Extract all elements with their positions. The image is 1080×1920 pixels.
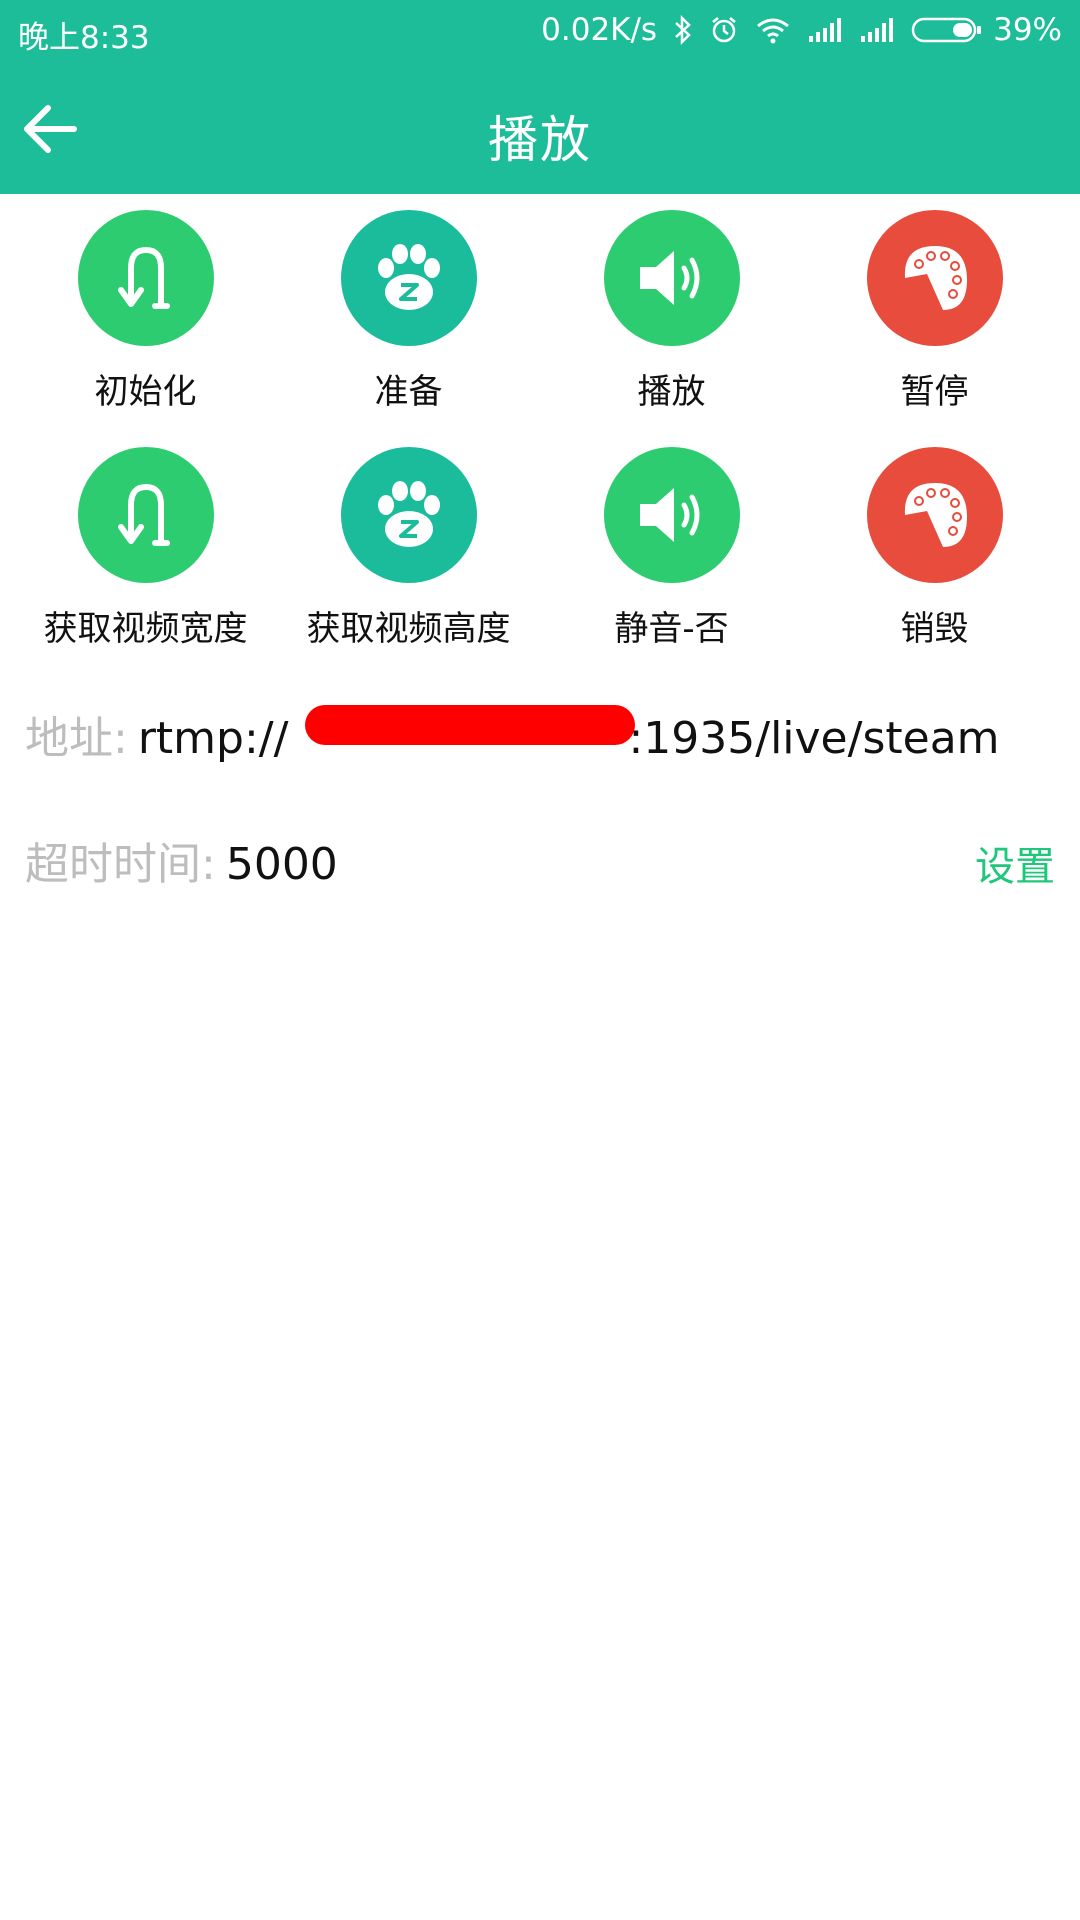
action-label: 暂停 <box>900 372 969 412</box>
address-prefix: rtmp:// <box>137 713 289 764</box>
address-label: 地址: <box>25 713 128 764</box>
status-right: 0.02K/s 39% <box>541 12 1062 48</box>
get-video-width-button[interactable]: 获取视频宽度 <box>14 447 277 650</box>
status-time: 晚上8:33 <box>18 20 150 56</box>
action-label: 获取视频高度 <box>306 609 511 649</box>
app-bar: 播放 <box>0 62 1080 194</box>
battery-indicator: 39% <box>911 12 1062 48</box>
action-grid: 初始化 准备 播放 暂停 获取视频宽度 获取视频高度 静音-否 销毁 <box>0 210 1080 684</box>
timeout-label: 超时时间: <box>25 839 216 890</box>
action-row: 初始化 准备 播放 暂停 <box>0 210 1080 447</box>
wifi-icon <box>755 16 791 44</box>
action-label: 静音-否 <box>614 609 729 649</box>
paw-icon <box>340 447 477 583</box>
battery-percent: 39% <box>993 12 1062 48</box>
palette-icon <box>866 210 1003 346</box>
action-label: 获取视频宽度 <box>43 609 248 649</box>
paw-icon <box>340 210 477 346</box>
init-button[interactable]: 初始化 <box>14 210 277 413</box>
alarm-icon <box>709 15 739 45</box>
u-turn-arrow-icon <box>77 210 214 346</box>
timeout-value: 5000 <box>225 839 338 890</box>
action-label: 销毁 <box>900 609 969 649</box>
battery-icon <box>911 17 982 43</box>
redaction-mark <box>305 705 635 745</box>
action-row: 获取视频宽度 获取视频高度 静音-否 销毁 <box>0 447 1080 684</box>
status-bar: 晚上8:33 0.02K/s 39% <box>0 0 1080 62</box>
action-label: 初始化 <box>94 372 197 412</box>
mute-toggle-button[interactable]: 静音-否 <box>540 447 803 650</box>
network-speed: 0.02K/s <box>541 12 658 48</box>
u-turn-arrow-icon <box>77 447 214 583</box>
bluetooth-icon <box>673 15 693 45</box>
action-label: 播放 <box>637 372 706 412</box>
prepare-button[interactable]: 准备 <box>277 210 540 413</box>
page-title: 播放 <box>488 111 592 169</box>
get-video-height-button[interactable]: 获取视频高度 <box>277 447 540 650</box>
palette-icon <box>866 447 1003 583</box>
play-button[interactable]: 播放 <box>540 210 803 413</box>
destroy-button[interactable]: 销毁 <box>803 447 1066 650</box>
speaker-icon <box>603 447 740 583</box>
address-suffix: :1935/live/steam <box>628 713 1000 764</box>
action-label: 准备 <box>374 372 443 412</box>
pause-button[interactable]: 暂停 <box>803 210 1066 413</box>
set-timeout-button[interactable]: 设置 <box>975 834 1055 892</box>
timeout-row: 超时时间: 5000 <box>25 828 1060 892</box>
speaker-icon <box>603 210 740 346</box>
signal-icon <box>859 16 895 44</box>
signal-icon <box>807 16 843 44</box>
